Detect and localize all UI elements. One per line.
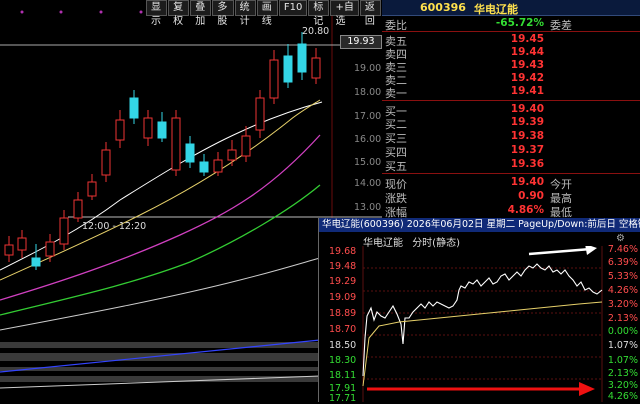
buy-price: 19.39 — [510, 116, 544, 128]
buy-row[interactable]: 买四 19.37 — [382, 144, 640, 159]
buy-row[interactable]: 买一 19.40 — [382, 103, 640, 118]
signal-dot — [139, 10, 143, 14]
mark-button[interactable]: 标记 — [308, 0, 330, 27]
stat-row: 涨跌 0.90 最高 — [382, 190, 640, 205]
buy-row[interactable]: 买五 19.36 — [382, 158, 640, 173]
kline-axis-label: 13.00 — [354, 202, 382, 213]
stat-value: 0.90 — [518, 190, 544, 202]
f10-button[interactable]: F10 — [278, 0, 308, 16]
ma120-line — [0, 257, 321, 331]
sell-row[interactable]: 卖三 19.43 — [382, 59, 640, 74]
stat-value: 4.86% — [507, 204, 544, 216]
quote-panel: 600396 华电辽能 委比 -65.72% 委差 卖五 19.45 卖四 19… — [382, 0, 640, 219]
candle-body — [297, 43, 307, 73]
candle-body — [115, 119, 125, 141]
candle-body — [87, 181, 97, 197]
sell-price: 19.43 — [510, 59, 544, 71]
signal-dot — [59, 10, 63, 14]
sell-price: 19.45 — [510, 33, 544, 45]
sell-row[interactable]: 卖二 19.42 — [382, 72, 640, 87]
buy-price: 19.37 — [510, 144, 544, 156]
sell-label: 卖一 — [385, 87, 407, 100]
buy-price: 19.38 — [510, 130, 544, 142]
down-arrow — [367, 382, 595, 396]
candle-body — [129, 97, 139, 119]
candle-body — [213, 159, 223, 173]
kline-time-range: 12:00 - 12:20 — [82, 221, 147, 232]
kline-axis-label: 15.00 — [354, 157, 382, 168]
statistics-button[interactable]: 统计 — [234, 0, 256, 27]
stock-name: 华电辽能 — [474, 3, 518, 16]
intraday-grid — [362, 246, 603, 402]
stock-code: 600396 — [420, 1, 466, 14]
multi-stock-button[interactable]: 多股 — [212, 0, 234, 27]
kline-price-axis: 19.00 18.00 17.00 16.00 15.00 14.00 13.0… — [334, 0, 382, 218]
signal-dot — [99, 10, 103, 14]
candle-body — [101, 149, 111, 176]
candles — [4, 32, 321, 270]
buy-row[interactable]: 买三 19.38 — [382, 130, 640, 145]
sell-row[interactable]: 卖五 19.45 — [382, 33, 640, 48]
buy-row[interactable]: 买二 19.39 — [382, 116, 640, 131]
candle-body — [157, 121, 167, 139]
candle-body — [73, 199, 83, 219]
stat-value: 19.40 — [510, 176, 544, 188]
settings-icon[interactable]: ⚙ — [616, 234, 626, 244]
candle-body — [227, 149, 237, 161]
kline-axis-label: 17.00 — [354, 111, 382, 122]
popup-title-bar[interactable]: 华电辽能(600396) 2026年06月02日 星期二 PageUp/Down… — [319, 218, 640, 232]
buy-label: 买五 — [385, 160, 407, 173]
candle-body — [4, 244, 14, 256]
candle-body — [59, 217, 69, 245]
kline-axis-label: 18.00 — [354, 87, 382, 98]
intraday-avg-line — [362, 301, 603, 387]
candle-body — [31, 257, 41, 267]
buy-price: 19.40 — [510, 103, 544, 115]
kline-axis-label: 14.00 — [354, 178, 382, 189]
kline-axis-label: 16.00 — [354, 134, 382, 145]
show-button[interactable]: 显示 — [146, 0, 168, 27]
order-ratio-value: -65.72% — [495, 17, 544, 29]
sell-row[interactable]: 卖一 19.41 — [382, 85, 640, 100]
intraday-chart[interactable] — [319, 246, 640, 402]
candle-body — [199, 161, 209, 173]
candle-body — [311, 57, 321, 79]
candle-body — [283, 55, 293, 83]
candle-body — [255, 97, 265, 131]
intraday-price-line — [362, 263, 603, 377]
popup-title: 华电辽能(600396) 2026年06月02日 星期二 PageUp/Down… — [322, 219, 640, 230]
up-arrow — [528, 246, 597, 256]
order-ratio-row: 委比 -65.72% 委差 — [382, 16, 640, 32]
sell-row[interactable]: 卖四 19.44 — [382, 46, 640, 61]
stat-row: 涨幅 4.86% 最低 — [382, 204, 640, 219]
draw-line-button[interactable]: 画线 — [256, 0, 278, 27]
signal-dot — [20, 10, 24, 14]
candle-body — [17, 237, 27, 251]
kline-axis-label: 19.00 — [354, 63, 382, 74]
intraday-popup[interactable]: 华电辽能(600396) 2026年06月02日 星期二 PageUp/Down… — [318, 218, 640, 404]
candle-body — [241, 135, 251, 157]
sell-price: 19.44 — [510, 46, 544, 58]
buy-price: 19.36 — [510, 158, 544, 170]
quote-header: 600396 华电辽能 — [382, 0, 640, 16]
adjust-button[interactable]: 复权 — [168, 0, 190, 27]
candle-body — [185, 143, 195, 163]
stat-row: 现价 19.40 今开 — [382, 176, 640, 191]
sell-price: 19.41 — [510, 85, 544, 97]
candle-body — [269, 59, 279, 99]
candle-body — [171, 117, 181, 171]
sell-price: 19.42 — [510, 72, 544, 84]
overlay-button[interactable]: 叠加 — [190, 0, 212, 27]
candle-body — [143, 117, 153, 139]
candle-body — [45, 241, 55, 257]
